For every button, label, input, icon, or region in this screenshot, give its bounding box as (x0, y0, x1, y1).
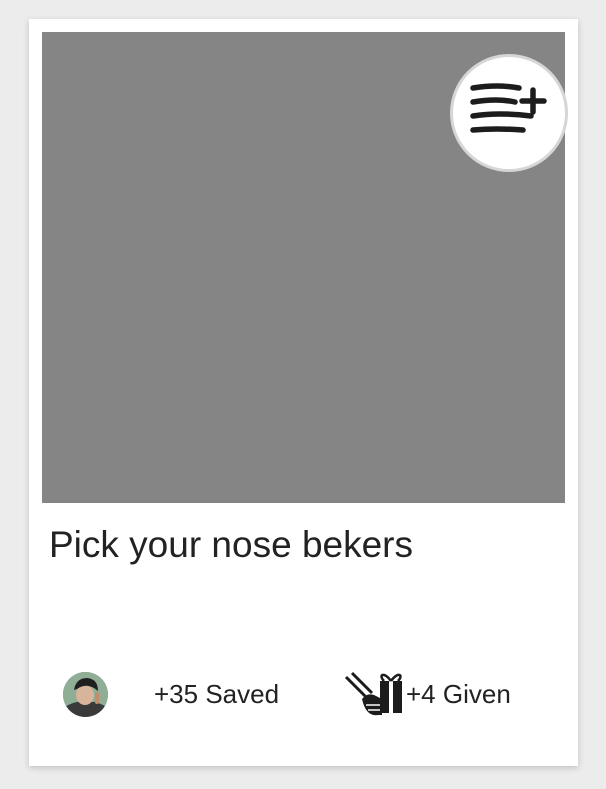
card-image-placeholder[interactable] (42, 32, 568, 503)
add-to-list-button[interactable] (450, 54, 568, 172)
saved-count: +35 Saved (154, 679, 280, 709)
card-footer: +35 Saved +4 Given (29, 669, 578, 721)
given-count: +4 Given (406, 679, 511, 709)
author-avatar[interactable] (63, 672, 108, 717)
playlist-add-icon (470, 83, 547, 133)
avatar-portrait (63, 672, 108, 717)
card-title: Pick your nose bekers (49, 524, 414, 565)
hand-giving-gift-icon[interactable] (342, 669, 404, 721)
post-card[interactable]: Pick your nose bekers +35 Saved +4 Given (29, 19, 578, 766)
